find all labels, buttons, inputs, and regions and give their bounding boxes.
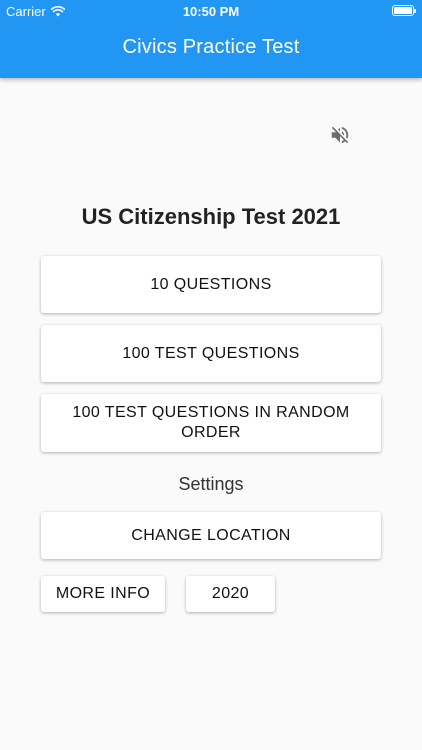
app-bar: Carrier 10:50 PM Civics Practice Test: [0, 0, 422, 78]
battery-icon: [392, 5, 416, 16]
ten-questions-button[interactable]: 10 QUESTIONS: [41, 256, 381, 313]
year-button[interactable]: 2020: [186, 576, 275, 612]
hundred-questions-button[interactable]: 100 TEST QUESTIONS: [41, 325, 381, 382]
more-info-button[interactable]: MORE INFO: [41, 576, 165, 612]
volume-off-icon[interactable]: [329, 124, 351, 146]
clock: 10:50 PM: [182, 4, 240, 19]
page-title: US Citizenship Test 2021: [81, 204, 341, 229]
random-order-button[interactable]: 100 TEST QUESTIONS IN RANDOM ORDER: [41, 394, 381, 452]
settings-label: Settings: [178, 474, 244, 494]
change-location-button[interactable]: CHANGE LOCATION: [41, 512, 381, 559]
app-title: Civics Practice Test: [122, 36, 300, 58]
status-bar: Carrier 10:50 PM: [0, 0, 422, 22]
